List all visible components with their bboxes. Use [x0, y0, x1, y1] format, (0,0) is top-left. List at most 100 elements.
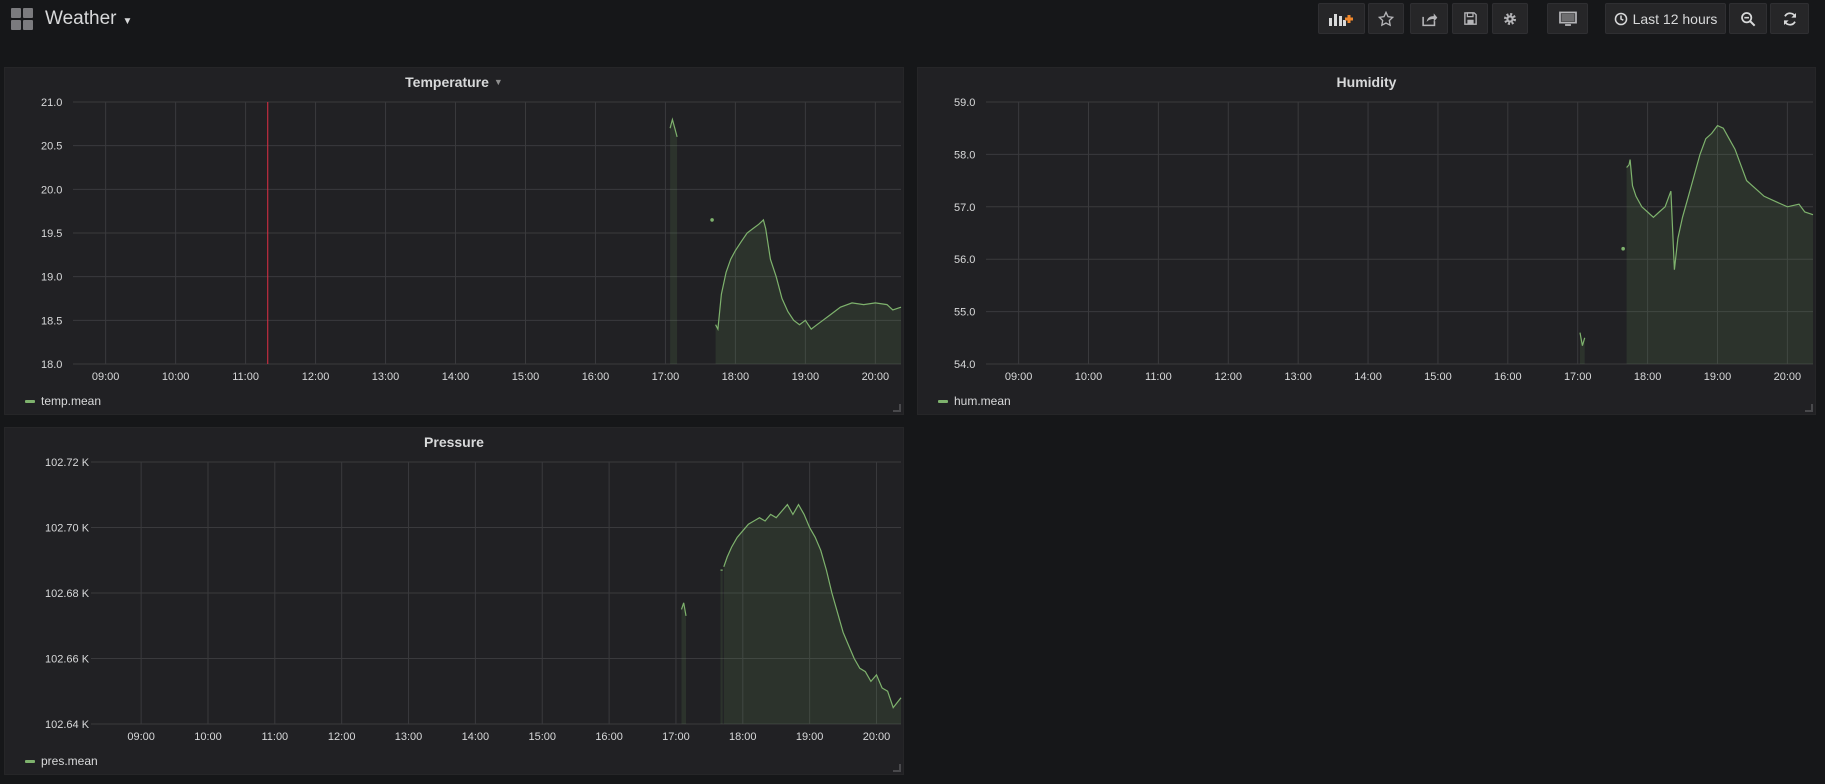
y-tick-label: 18.0 [41, 359, 62, 371]
x-tick-label: 20:00 [863, 731, 891, 743]
time-range-picker[interactable]: Last 12 hours [1605, 3, 1726, 34]
x-tick-label: 17:00 [662, 731, 690, 743]
legend-item[interactable]: temp.mean [25, 394, 101, 408]
save-icon [1463, 12, 1477, 25]
x-tick-label: 12:00 [328, 731, 356, 743]
dashboard-title-text: Weather [45, 8, 117, 29]
x-tick-label: 10:00 [194, 731, 222, 743]
add-panel-icon [1328, 13, 1353, 26]
y-tick-label: 59.0 [954, 97, 975, 109]
pressure-panel[interactable]: Pressure 102.64 K 102.66 K 102.68 K 102.70 … [4, 427, 904, 775]
x-tick-label: 17:00 [1564, 371, 1592, 383]
gear-icon [1504, 12, 1516, 25]
y-tick-label: 102.64 K [45, 719, 90, 731]
save-button[interactable] [1452, 3, 1488, 34]
y-tick-label: 20.0 [41, 184, 62, 196]
x-tick-label: 20:00 [1774, 371, 1802, 383]
series-area-fill [723, 504, 901, 724]
x-tick-label: 11:00 [1145, 371, 1172, 383]
resize-handle[interactable] [893, 404, 901, 412]
pressure-graph[interactable]: 102.64 K 102.66 K 102.68 K 102.70 K 102.72 K… [5, 428, 905, 776]
legend-label: pres.mean [41, 754, 98, 768]
x-tick-label: 14:00 [462, 731, 490, 743]
series-color-swatch [938, 399, 948, 403]
x-tick-label: 11:00 [261, 731, 288, 743]
series-color-swatch [25, 399, 35, 403]
refresh-button[interactable] [1770, 3, 1809, 34]
y-tick-label: 20.5 [41, 141, 62, 153]
share-icon [1421, 12, 1437, 26]
x-tick-label: 19:00 [792, 371, 820, 383]
x-tick-label: 15:00 [528, 731, 556, 743]
x-tick-label: 19:00 [1704, 371, 1732, 383]
monitor-icon [1558, 11, 1577, 26]
y-tick-label: 102.72 K [45, 457, 90, 469]
x-tick-label: 09:00 [127, 731, 155, 743]
star-icon [1378, 10, 1394, 26]
refresh-icon [1783, 11, 1796, 26]
dashboard-grid-icon[interactable] [11, 8, 34, 31]
x-tick-label: 14:00 [442, 371, 470, 383]
add-panel-button[interactable] [1318, 3, 1365, 34]
legend-item[interactable]: hum.mean [938, 394, 1011, 408]
y-tick-label: 21.0 [41, 97, 62, 109]
y-tick-label: 19.5 [41, 228, 62, 240]
x-tick-label: 12:00 [302, 371, 330, 383]
x-tick-label: 11:00 [232, 371, 259, 383]
temperature-panel[interactable]: Temperature ▼ 18.0 18.5 19.0 19.5 20.0 20.5 21.… [4, 67, 904, 415]
x-tick-label: 17:00 [652, 371, 680, 383]
chevron-down-icon: ▼ [122, 15, 133, 27]
data-point [1621, 246, 1625, 251]
x-tick-label: 18:00 [722, 371, 750, 383]
x-tick-label: 15:00 [512, 371, 540, 383]
legend-label: hum.mean [954, 394, 1011, 408]
humidity-panel[interactable]: Humidity 54.0 55.0 56.0 57.0 58.0 59.0 09:00 10… [917, 67, 1816, 415]
x-tick-label: 13:00 [372, 371, 400, 383]
zoom-out-icon [1741, 11, 1756, 26]
x-tick-label: 20:00 [862, 371, 890, 383]
zoom-out-button[interactable] [1729, 3, 1767, 34]
y-tick-label: 102.66 K [45, 654, 90, 666]
y-tick-label: 18.5 [41, 315, 62, 327]
y-tick-label: 57.0 [954, 202, 975, 214]
series-area-fill [720, 570, 723, 724]
y-tick-label: 55.0 [954, 307, 975, 319]
x-tick-label: 10:00 [162, 371, 190, 383]
time-range-label: Last 12 hours [1632, 10, 1718, 27]
x-tick-label: 09:00 [92, 371, 120, 383]
series-area-fill [1626, 125, 1813, 364]
x-tick-label: 18:00 [1634, 371, 1662, 383]
clock-icon [1614, 12, 1627, 25]
x-tick-label: 12:00 [1215, 371, 1243, 383]
y-tick-label: 56.0 [954, 254, 975, 266]
share-button[interactable] [1410, 3, 1448, 34]
x-tick-label: 15:00 [1424, 371, 1452, 383]
settings-button[interactable] [1492, 3, 1528, 34]
y-tick-label: 58.0 [954, 149, 975, 161]
dashboard-title[interactable]: Weather ▼ [45, 8, 132, 30]
data-point [710, 218, 714, 222]
star-button[interactable] [1368, 3, 1404, 34]
resize-handle[interactable] [893, 764, 901, 772]
x-tick-label: 18:00 [729, 731, 757, 743]
series-area-fill [670, 119, 678, 364]
y-tick-label: 102.70 K [45, 523, 90, 535]
x-tick-label: 16:00 [1494, 371, 1522, 383]
top-navbar: Weather ▼ Last 12 hours [0, 0, 1825, 40]
x-tick-label: 10:00 [1075, 371, 1103, 383]
series-area-fill [715, 219, 901, 364]
y-tick-label: 54.0 [954, 359, 975, 371]
y-tick-label: 19.0 [41, 272, 62, 284]
series-area-fill [681, 602, 686, 724]
x-tick-label: 13:00 [1284, 371, 1312, 383]
series-color-swatch [25, 759, 35, 763]
x-tick-label: 19:00 [796, 731, 824, 743]
y-tick-label: 102.68 K [45, 588, 90, 600]
x-tick-label: 13:00 [395, 731, 423, 743]
resize-handle[interactable] [1805, 404, 1813, 412]
tv-mode-button[interactable] [1547, 3, 1588, 34]
x-tick-label: 14:00 [1354, 371, 1382, 383]
temperature-graph[interactable]: 18.0 18.5 19.0 19.5 20.0 20.5 21.0 09:00 10:00 11… [5, 68, 905, 416]
legend-item[interactable]: pres.mean [25, 754, 98, 768]
humidity-graph[interactable]: 54.0 55.0 56.0 57.0 58.0 59.0 09:00 10:00 11:00 1… [918, 68, 1817, 416]
